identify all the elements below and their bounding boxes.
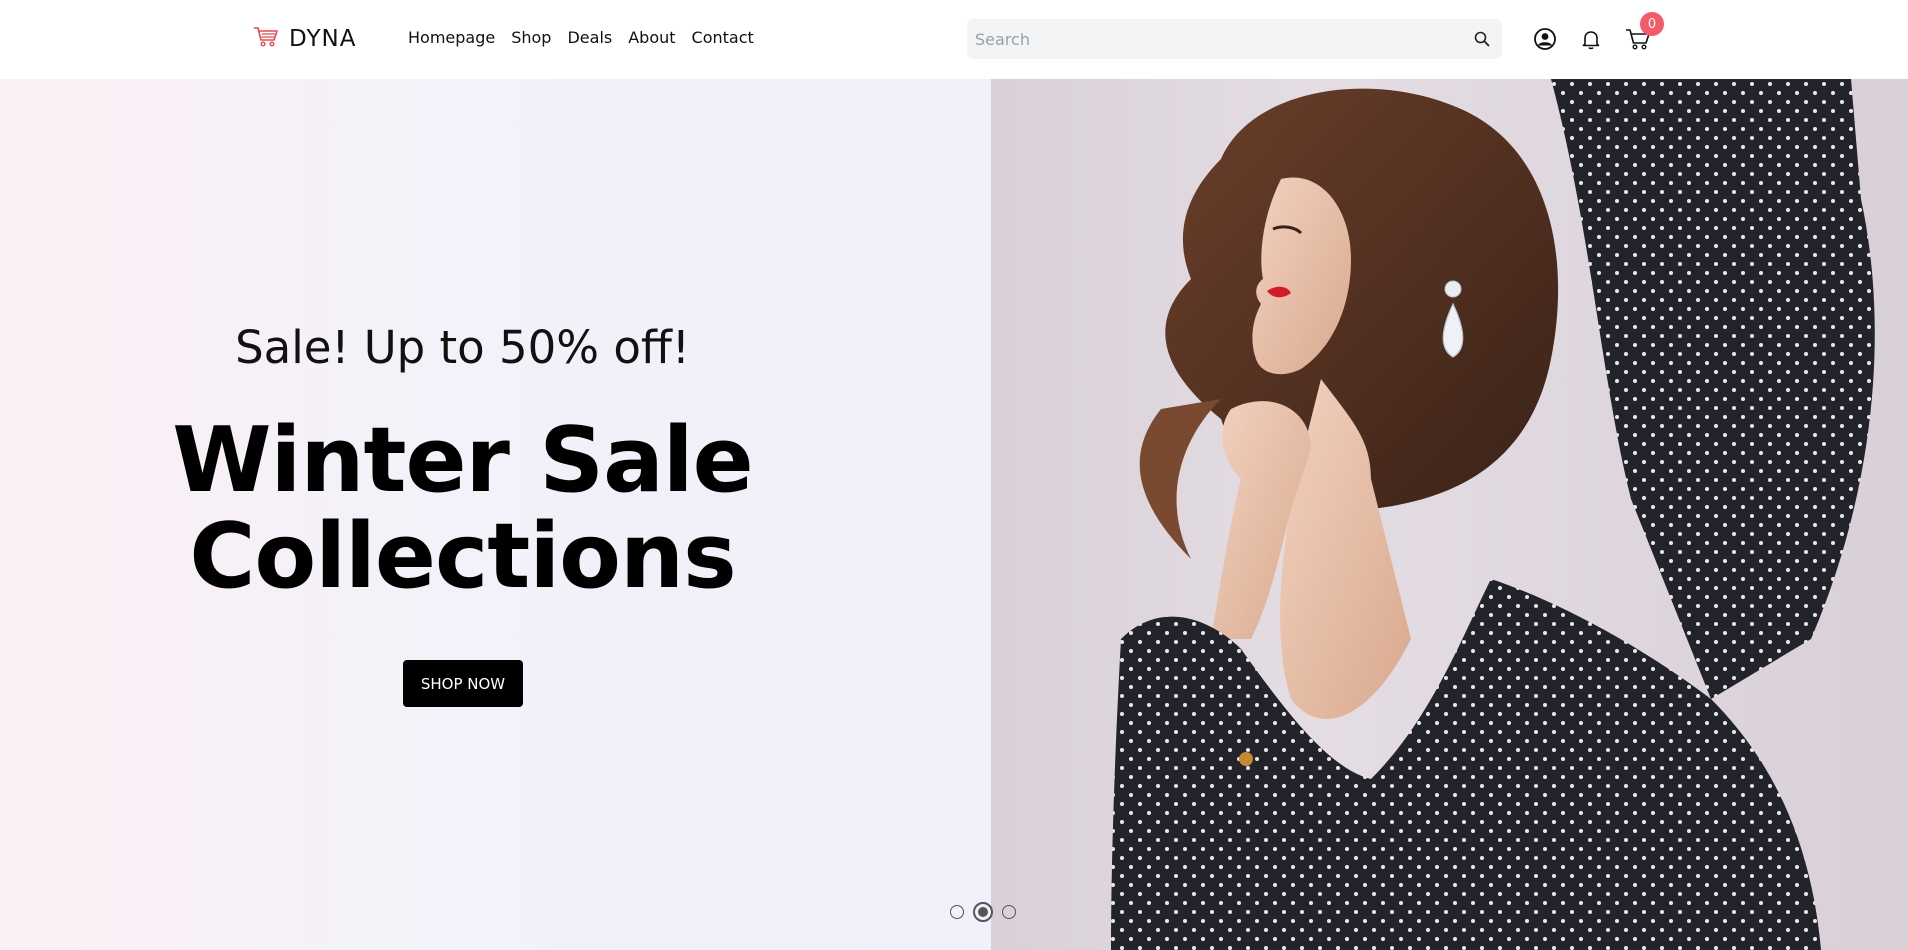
carousel-dot-2-active[interactable] [973, 902, 993, 922]
carousel-dot-1[interactable] [950, 905, 964, 919]
search-bar [967, 19, 1502, 59]
user-circle-icon[interactable] [1531, 25, 1559, 53]
hero-title-line1: Winter Sale [172, 408, 753, 513]
hero-text-panel: Sale! Up to 50% off! Winter Sale Collect… [0, 79, 991, 950]
nav-about[interactable]: About [628, 28, 675, 47]
nav-shop[interactable]: Shop [511, 28, 551, 47]
hero-image [991, 79, 1908, 950]
bell-icon[interactable] [1577, 25, 1605, 53]
carousel-indicators [950, 901, 1016, 923]
model-photo-illustration [1111, 79, 1875, 950]
search-icon[interactable] [1472, 29, 1492, 49]
carousel-dot-3[interactable] [1002, 905, 1016, 919]
hero-carousel: Sale! Up to 50% off! Winter Sale Collect… [0, 79, 1908, 950]
nav-homepage[interactable]: Homepage [408, 28, 495, 47]
search-input[interactable] [975, 19, 1455, 59]
hero-title-line2: Collections [189, 504, 736, 609]
shopping-cart-icon [253, 26, 279, 52]
cart-count-badge: 0 [1640, 12, 1664, 36]
top-navbar: DYNA Homepage Shop Deals About Contact S… [0, 0, 1908, 79]
nav-deals[interactable]: Deals [567, 28, 612, 47]
brand-name: DYNA [289, 26, 357, 52]
brand-logo[interactable]: DYNA [253, 23, 356, 55]
hero-subtitle: Sale! Up to 50% off! [235, 321, 690, 374]
main-nav: Homepage Shop Deals About Contact [408, 28, 754, 47]
nav-contact[interactable]: Contact [692, 28, 754, 47]
shop-now-button[interactable]: SHOP NOW [403, 660, 523, 707]
hero-title: Winter Sale Collections [0, 413, 925, 605]
